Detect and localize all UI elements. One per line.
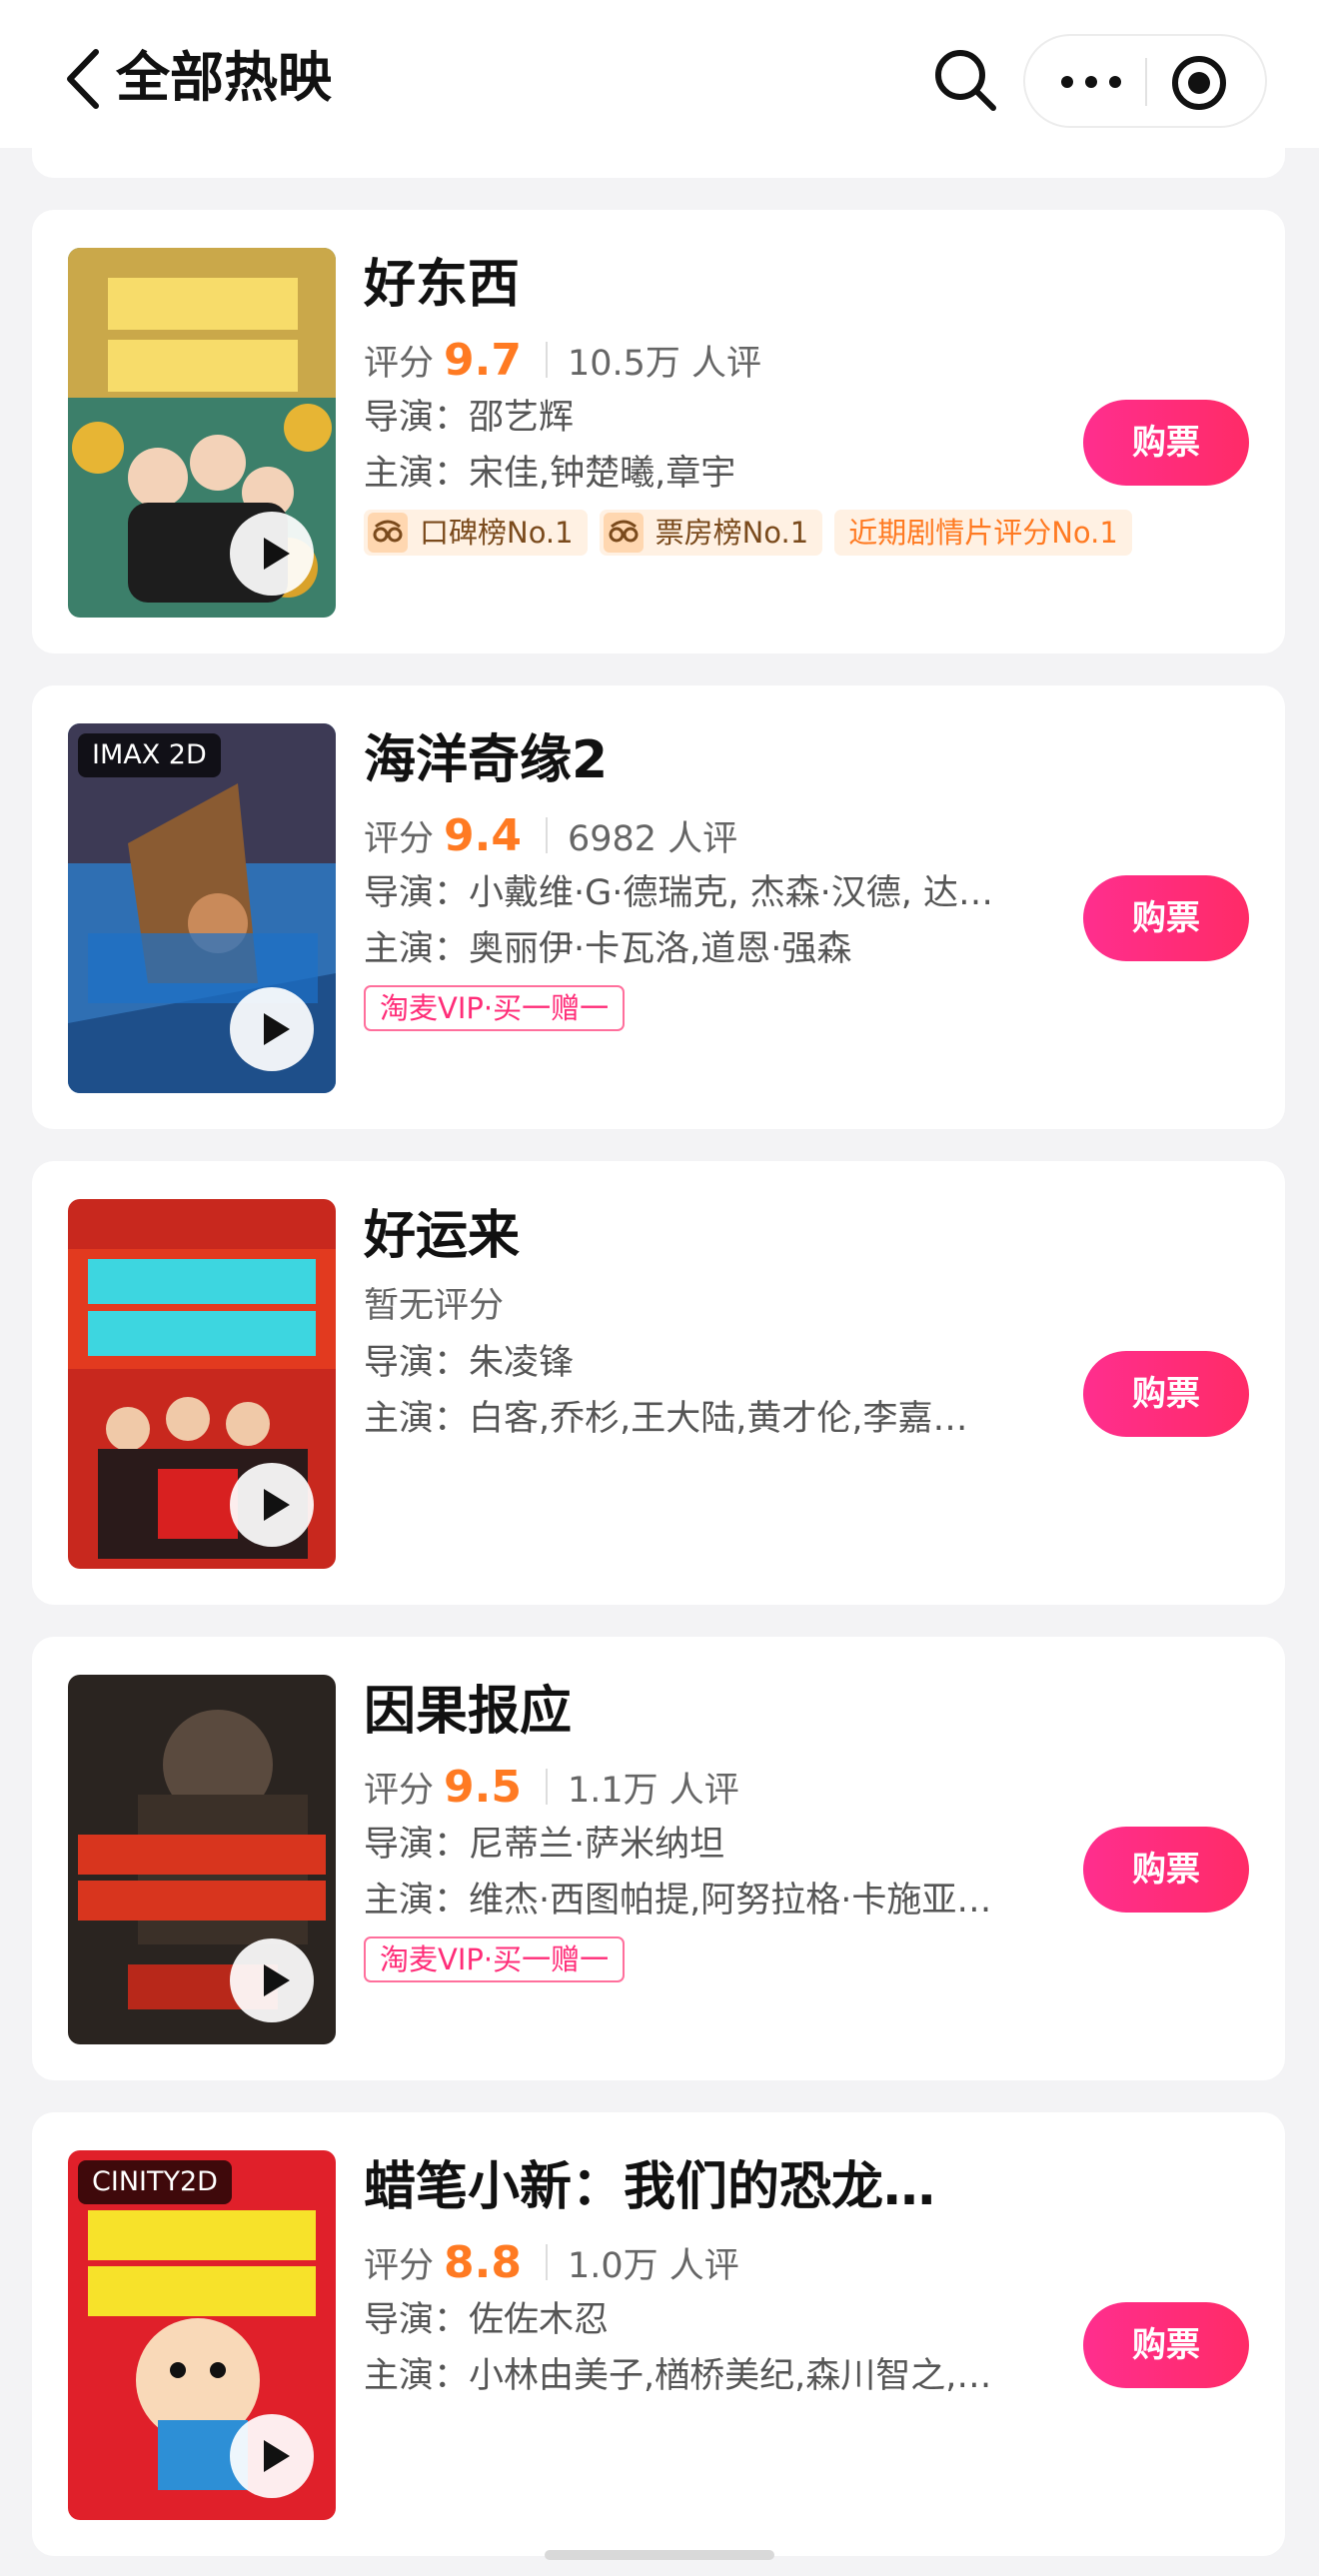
movie-poster[interactable]: CINITY2D	[68, 2150, 336, 2520]
no-rating-text: 暂无评分	[364, 1286, 505, 1326]
rating-divider	[545, 342, 548, 378]
rating-score: 9.7	[444, 334, 522, 386]
top-bar: 全部热映	[0, 0, 1319, 148]
play-trailer-button[interactable]	[230, 987, 314, 1071]
search-button[interactable]	[929, 44, 1001, 116]
buy-ticket-button[interactable]: 购票	[1083, 1351, 1249, 1437]
play-icon	[264, 538, 290, 570]
buy-ticket-button[interactable]: 购票	[1083, 2302, 1249, 2388]
movie-poster[interactable]	[68, 248, 336, 618]
play-icon	[264, 1013, 290, 1045]
rating-count: 1.0万 人评	[567, 2245, 739, 2286]
chevron-left-icon	[67, 49, 99, 109]
tag-label: 口碑榜No.1	[420, 516, 574, 550]
more-dots-icon	[1061, 76, 1121, 88]
movie-info: 因果报应 评分 9.5 1.1万 人评 导演：尼蒂兰·萨米纳坦 主演：维杰·西图…	[364, 1677, 1083, 1982]
tag-list: 口碑榜No.1 票房榜No.1 近期剧情片评分No.1	[364, 510, 1132, 556]
director: 导演：佐佐木忍	[364, 2300, 610, 2340]
tag-list: 淘麦VIP·买一赠一	[364, 1936, 1083, 1982]
rating-count: 10.5万 人评	[567, 343, 762, 384]
rating-divider	[545, 2244, 548, 2280]
close-mini-program-button[interactable]	[1167, 52, 1231, 114]
movie-card[interactable]: CINITY2D 蜡笔小新：我们的恐龙… 评分 8.8 1.0万 人评 导演：佐…	[32, 2112, 1285, 2556]
rating-row: 评分 9.7 10.5万 人评	[364, 330, 1083, 390]
glasses-icon	[603, 513, 644, 553]
rating-count: 6982 人评	[567, 818, 738, 859]
director: 导演：小戴维·G·德瑞克, 杰森·汉德, 达…	[364, 873, 994, 913]
vip-promo-tag[interactable]: 淘麦VIP·买一赠一	[364, 985, 626, 1031]
rating-score: 9.5	[444, 1761, 522, 1813]
cast: 主演：白客,乔杉,王大陆,黄才伦,李嘉…	[364, 1399, 968, 1439]
rating-label: 评分	[364, 1770, 435, 1811]
mini-program-capsule	[1023, 34, 1267, 128]
vip-promo-tag[interactable]: 淘麦VIP·买一赠一	[364, 1936, 626, 1982]
movie-title: 好运来	[364, 1206, 521, 1266]
ranking-tag[interactable]: 票房榜No.1	[599, 510, 823, 556]
play-trailer-button[interactable]	[230, 2414, 314, 2498]
page: 全部热映 好东西 评分 9.7 10.5万 人评 导演：邵艺辉 主演：宋佳,钟楚…	[0, 0, 1319, 2576]
rating-row: 评分 8.8 1.0万 人评	[364, 2232, 1083, 2292]
movie-info: 好东西 评分 9.7 10.5万 人评 导演：邵艺辉 主演：宋佳,钟楚曦,章宇 …	[364, 250, 1132, 556]
play-icon	[264, 2440, 290, 2472]
glasses-icon	[368, 513, 408, 553]
play-trailer-button[interactable]	[230, 1463, 314, 1547]
more-button[interactable]	[1055, 58, 1127, 106]
buy-ticket-button[interactable]: 购票	[1083, 875, 1249, 961]
rating-divider	[545, 817, 548, 853]
movie-title: 因果报应	[364, 1682, 573, 1742]
movie-poster[interactable]: IMAX 2D	[68, 723, 336, 1093]
cast: 主演：维杰·西图帕提,阿努拉格·卡施亚…	[364, 1881, 992, 1921]
back-button[interactable]	[58, 44, 108, 114]
play-trailer-button[interactable]	[230, 1938, 314, 2022]
movie-title: 海洋奇缘2	[364, 730, 609, 790]
page-title: 全部热映	[116, 46, 332, 109]
tag-list: 淘麦VIP·买一赠一	[364, 985, 1083, 1031]
search-icon	[935, 50, 996, 111]
rating-row: 评分 9.5 1.1万 人评	[364, 1757, 1083, 1817]
play-icon	[264, 1489, 290, 1521]
director: 导演：朱凌锋	[364, 1343, 575, 1383]
director: 导演：尼蒂兰·萨米纳坦	[364, 1825, 725, 1865]
movie-poster[interactable]	[68, 1199, 336, 1569]
movie-title: 蜡笔小新：我们的恐龙…	[364, 2157, 936, 2217]
rating-count: 1.1万 人评	[567, 1770, 739, 1811]
cast: 主演：奥丽伊·卡瓦洛,道恩·强森	[364, 929, 852, 969]
format-badge: IMAX 2D	[78, 733, 221, 777]
rating-score: 9.4	[444, 809, 522, 861]
capsule-divider	[1145, 58, 1147, 106]
rating-label: 评分	[364, 818, 435, 859]
movie-card[interactable]: IMAX 2D 海洋奇缘2 评分 9.4 6982 人评 导演：小戴维·G·德瑞…	[32, 685, 1285, 1129]
previous-card-edge	[32, 148, 1285, 178]
ranking-tag[interactable]: 口碑榜No.1	[364, 510, 588, 556]
rating-label: 评分	[364, 2245, 435, 2286]
format-badge: CINITY2D	[78, 2160, 232, 2204]
target-icon	[1172, 56, 1226, 110]
play-icon	[264, 1964, 290, 1996]
movie-card[interactable]: 好运来 暂无评分 导演：朱凌锋 主演：白客,乔杉,王大陆,黄才伦,李嘉… 购票	[32, 1161, 1285, 1605]
movie-poster[interactable]	[68, 1675, 336, 2044]
home-indicator	[545, 2550, 774, 2560]
movie-card[interactable]: 因果报应 评分 9.5 1.1万 人评 导演：尼蒂兰·萨米纳坦 主演：维杰·西图…	[32, 1637, 1285, 2080]
rating-row: 评分 9.4 6982 人评	[364, 805, 1083, 865]
movie-card[interactable]: 好东西 评分 9.7 10.5万 人评 导演：邵艺辉 主演：宋佳,钟楚曦,章宇 …	[32, 210, 1285, 653]
rating-divider	[545, 1769, 548, 1805]
cast: 主演：宋佳,钟楚曦,章宇	[364, 454, 736, 494]
ranking-tag[interactable]: 近期剧情片评分No.1	[834, 510, 1132, 556]
buy-ticket-button[interactable]: 购票	[1083, 1827, 1249, 1913]
cast: 主演：小林由美子,楢桥美纪,森川智之,…	[364, 2356, 992, 2396]
movie-title: 好东西	[364, 255, 521, 315]
rating-label: 评分	[364, 343, 435, 384]
buy-ticket-button[interactable]: 购票	[1083, 400, 1249, 486]
movie-info: 好运来 暂无评分 导演：朱凌锋 主演：白客,乔杉,王大陆,黄才伦,李嘉…	[364, 1201, 1083, 1447]
movie-info: 海洋奇缘2 评分 9.4 6982 人评 导演：小戴维·G·德瑞克, 杰森·汉德…	[364, 725, 1083, 1031]
tag-label: 票房榜No.1	[655, 516, 809, 550]
director: 导演：邵艺辉	[364, 398, 575, 438]
movie-info: 蜡笔小新：我们的恐龙… 评分 8.8 1.0万 人评 导演：佐佐木忍 主演：小林…	[364, 2152, 1083, 2404]
rating-score: 8.8	[444, 2236, 522, 2288]
play-trailer-button[interactable]	[230, 512, 314, 596]
